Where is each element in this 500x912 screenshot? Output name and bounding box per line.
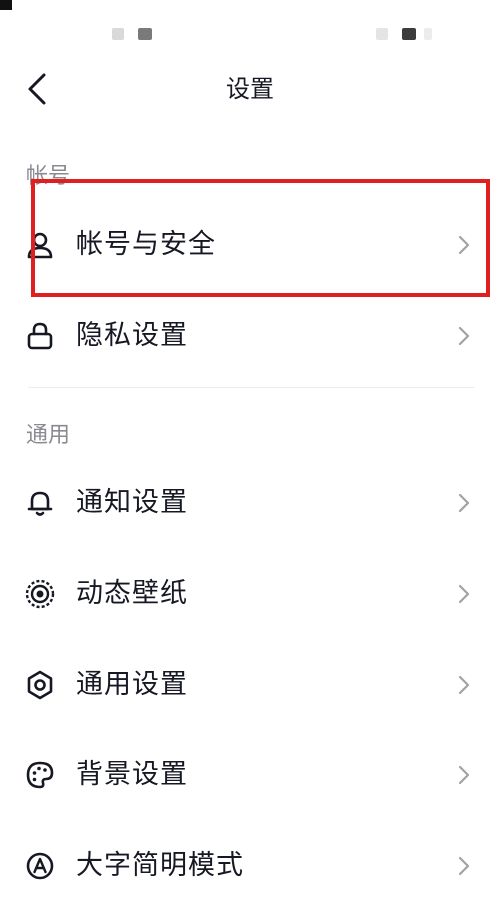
page-title: 设置	[226, 75, 274, 103]
live-wallpaper-icon	[24, 578, 56, 610]
menu-item-privacy-settings[interactable]: 隐私设置	[0, 292, 500, 382]
menu-item-label: 背景设置	[76, 759, 188, 790]
status-corner	[0, 0, 12, 10]
lock-icon	[24, 320, 56, 352]
chevron-right-icon	[454, 324, 474, 348]
menu-item-label: 通用设置	[76, 669, 188, 700]
status-bar	[0, 0, 500, 60]
menu-item-live-wallpaper[interactable]: 动态壁纸	[0, 550, 500, 640]
status-blur	[376, 28, 388, 40]
menu-item-label: 帐号与安全	[76, 229, 216, 260]
person-icon	[24, 229, 56, 261]
menu-item-account-security[interactable]: 帐号与安全	[0, 201, 500, 291]
chevron-right-icon	[454, 491, 474, 515]
section-header-general: 通用	[26, 423, 71, 448]
menu-item-general-settings[interactable]: 通用设置	[0, 641, 500, 731]
menu-item-label: 动态壁纸	[76, 578, 188, 609]
nav-bar: 设置	[0, 60, 500, 118]
menu-item-label: 通知设置	[76, 487, 188, 518]
menu-item-label: 隐私设置	[76, 320, 188, 351]
section-divider	[28, 387, 474, 388]
status-blur	[424, 28, 432, 40]
menu-item-background-settings[interactable]: 背景设置	[0, 731, 500, 821]
chevron-right-icon	[454, 854, 474, 878]
menu-item-notification-settings[interactable]: 通知设置	[0, 459, 500, 549]
section-header-account: 帐号	[26, 164, 71, 189]
chevron-right-icon	[454, 673, 474, 697]
chevron-right-icon	[454, 582, 474, 606]
palette-icon	[24, 759, 56, 791]
status-blur	[112, 28, 124, 40]
gear-icon	[24, 669, 56, 701]
chevron-right-icon	[454, 233, 474, 257]
status-blur	[138, 28, 152, 40]
text-size-icon	[24, 850, 56, 882]
status-blur	[402, 28, 416, 40]
chevron-right-icon	[454, 763, 474, 787]
menu-item-label: 大字简明模式	[76, 850, 244, 881]
menu-item-large-text-mode[interactable]: 大字简明模式	[0, 822, 500, 912]
bell-icon	[24, 487, 56, 519]
